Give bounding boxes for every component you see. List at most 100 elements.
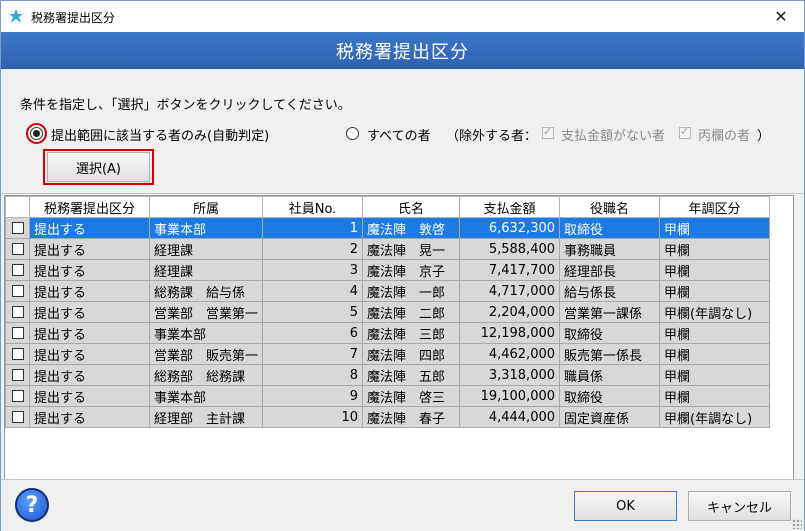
row-nencho[interactable]: 甲欄 (659, 280, 771, 302)
row-no[interactable]: 2 (262, 238, 364, 260)
row-status[interactable]: 提出する (29, 364, 150, 386)
row-dept[interactable]: 経理課 (148, 238, 264, 260)
radio-all[interactable] (346, 127, 359, 140)
row-no[interactable]: 4 (262, 280, 364, 302)
table-row[interactable]: 提出する 経理課 2 魔法陣 晃一 5,588,400 事務職員 甲欄 (5, 238, 771, 260)
table-row[interactable]: 提出する 事業本部 9 魔法陣 啓三 19,100,000 取締役 甲欄 (5, 385, 771, 407)
row-nencho[interactable]: 甲欄(年調なし) (659, 406, 771, 428)
cancel-button[interactable]: キャンセル (688, 491, 791, 521)
table-row[interactable]: 提出する 営業部 営業第一 5 魔法陣 二郎 2,204,000 営業第一課係 甲欄(年調な… (5, 301, 771, 323)
row-amount[interactable]: 4,462,000 (459, 343, 561, 365)
row-dept[interactable]: 事業本部 (148, 385, 264, 407)
row-status[interactable]: 提出する (29, 280, 150, 302)
row-position[interactable]: 営業第一課係 (559, 301, 661, 323)
row-nencho[interactable]: 甲欄 (659, 259, 771, 281)
row-no[interactable]: 5 (262, 301, 364, 323)
row-amount[interactable]: 4,717,000 (459, 280, 561, 302)
row-position[interactable]: 販売第一係長 (559, 343, 661, 365)
row-checkbox[interactable] (11, 411, 24, 423)
help-button[interactable]: ? (15, 488, 49, 522)
row-name[interactable]: 魔法陣 二郎 (362, 301, 461, 323)
table-row[interactable]: 提出する 事業本部 6 魔法陣 三郎 12,198,000 取締役 甲欄 (5, 322, 771, 344)
row-amount[interactable]: 6,632,300 (459, 217, 561, 239)
row-amount[interactable]: 3,318,000 (459, 364, 561, 386)
row-status[interactable]: 提出する (29, 343, 150, 365)
row-dept[interactable]: 経理課 (148, 259, 264, 281)
row-no[interactable]: 3 (262, 259, 364, 281)
row-no[interactable]: 7 (262, 343, 364, 365)
row-position[interactable]: 取締役 (559, 385, 661, 407)
row-amount[interactable]: 4,444,000 (459, 406, 561, 428)
header-check[interactable] (5, 196, 30, 218)
row-no[interactable]: 1 (262, 217, 364, 239)
row-position[interactable]: 取締役 (559, 217, 661, 239)
row-position[interactable]: 職員係 (559, 364, 661, 386)
row-nencho[interactable]: 甲欄 (659, 322, 771, 344)
radio-auto[interactable] (30, 127, 43, 140)
row-amount[interactable]: 7,417,700 (459, 259, 561, 281)
row-no[interactable]: 10 (262, 406, 364, 428)
row-position[interactable]: 固定資産係 (559, 406, 661, 428)
table-row[interactable]: 提出する 営業部 販売第一 7 魔法陣 四郎 4,462,000 販売第一係長 甲欄 (5, 343, 771, 365)
row-dept[interactable]: 総務部 総務課 (148, 364, 264, 386)
row-dept[interactable]: 総務課 給与係 (148, 280, 264, 302)
row-dept[interactable]: 経理部 主計課 (148, 406, 264, 428)
row-nencho[interactable]: 甲欄(年調なし) (659, 301, 771, 323)
close-button[interactable]: ✕ (758, 1, 804, 32)
row-checkbox[interactable] (11, 243, 24, 255)
row-nencho[interactable]: 甲欄 (659, 364, 771, 386)
row-amount[interactable]: 19,100,000 (459, 385, 561, 407)
row-nencho[interactable]: 甲欄 (659, 385, 771, 407)
header-no[interactable]: 社員No. (262, 196, 364, 218)
radio-all-label[interactable]: すべての者 (367, 125, 431, 144)
header-status[interactable]: 税務署提出区分 (29, 196, 150, 218)
radio-auto-label[interactable]: 提出範囲に該当する者のみ(自動判定) (51, 125, 269, 144)
row-name[interactable]: 魔法陣 晃一 (362, 238, 461, 260)
row-status[interactable]: 提出する (29, 259, 150, 281)
row-dept[interactable]: 営業部 営業第一 (148, 301, 264, 323)
row-nencho[interactable]: 甲欄 (659, 343, 771, 365)
row-checkbox[interactable] (11, 348, 24, 360)
table-row[interactable]: 提出する 経理部 主計課 10 魔法陣 春子 4,444,000 固定資産係 甲欄(年調なし… (5, 406, 771, 428)
header-position[interactable]: 役職名 (559, 196, 661, 218)
row-name[interactable]: 魔法陣 五郎 (362, 364, 461, 386)
header-amount[interactable]: 支払金額 (459, 196, 561, 218)
resize-grip[interactable] (792, 519, 802, 529)
row-name[interactable]: 魔法陣 春子 (362, 406, 461, 428)
row-name[interactable]: 魔法陣 一郎 (362, 280, 461, 302)
row-status[interactable]: 提出する (29, 217, 150, 239)
row-name[interactable]: 魔法陣 四郎 (362, 343, 461, 365)
row-nencho[interactable]: 甲欄 (659, 217, 771, 239)
row-checkbox[interactable] (11, 264, 24, 276)
table-row[interactable]: 提出する 総務部 総務課 8 魔法陣 五郎 3,318,000 職員係 甲欄 (5, 364, 771, 386)
row-amount[interactable]: 5,588,400 (459, 238, 561, 260)
row-position[interactable]: 経理部長 (559, 259, 661, 281)
row-checkbox[interactable] (11, 222, 24, 234)
row-name[interactable]: 魔法陣 敦啓 (362, 217, 461, 239)
row-nencho[interactable]: 甲欄 (659, 238, 771, 260)
row-checkbox[interactable] (11, 390, 24, 402)
row-status[interactable]: 提出する (29, 301, 150, 323)
row-status[interactable]: 提出する (29, 406, 150, 428)
row-name[interactable]: 魔法陣 啓三 (362, 385, 461, 407)
row-no[interactable]: 6 (262, 322, 364, 344)
header-dept[interactable]: 所属 (148, 196, 264, 218)
row-position[interactable]: 取締役 (559, 322, 661, 344)
employee-grid[interactable]: 税務署提出区分 所属 社員No. 氏名 支払金額 役職名 年調区分 提出する 事業… (4, 195, 794, 481)
row-checkbox[interactable] (11, 369, 24, 381)
row-status[interactable]: 提出する (29, 238, 150, 260)
table-row[interactable]: 提出する 総務課 給与係 4 魔法陣 一郎 4,717,000 給与係長 甲欄 (5, 280, 771, 302)
row-checkbox[interactable] (11, 327, 24, 339)
row-amount[interactable]: 12,198,000 (459, 322, 561, 344)
row-position[interactable]: 事務職員 (559, 238, 661, 260)
table-row[interactable]: 提出する 事業本部 1 魔法陣 敦啓 6,632,300 取締役 甲欄 (5, 217, 771, 239)
row-checkbox[interactable] (11, 306, 24, 318)
row-no[interactable]: 9 (262, 385, 364, 407)
header-nencho[interactable]: 年調区分 (659, 196, 771, 218)
header-name[interactable]: 氏名 (362, 196, 461, 218)
row-amount[interactable]: 2,204,000 (459, 301, 561, 323)
row-position[interactable]: 給与係長 (559, 280, 661, 302)
row-dept[interactable]: 事業本部 (148, 217, 264, 239)
select-button[interactable]: 選択(A) (47, 152, 150, 182)
row-name[interactable]: 魔法陣 京子 (362, 259, 461, 281)
